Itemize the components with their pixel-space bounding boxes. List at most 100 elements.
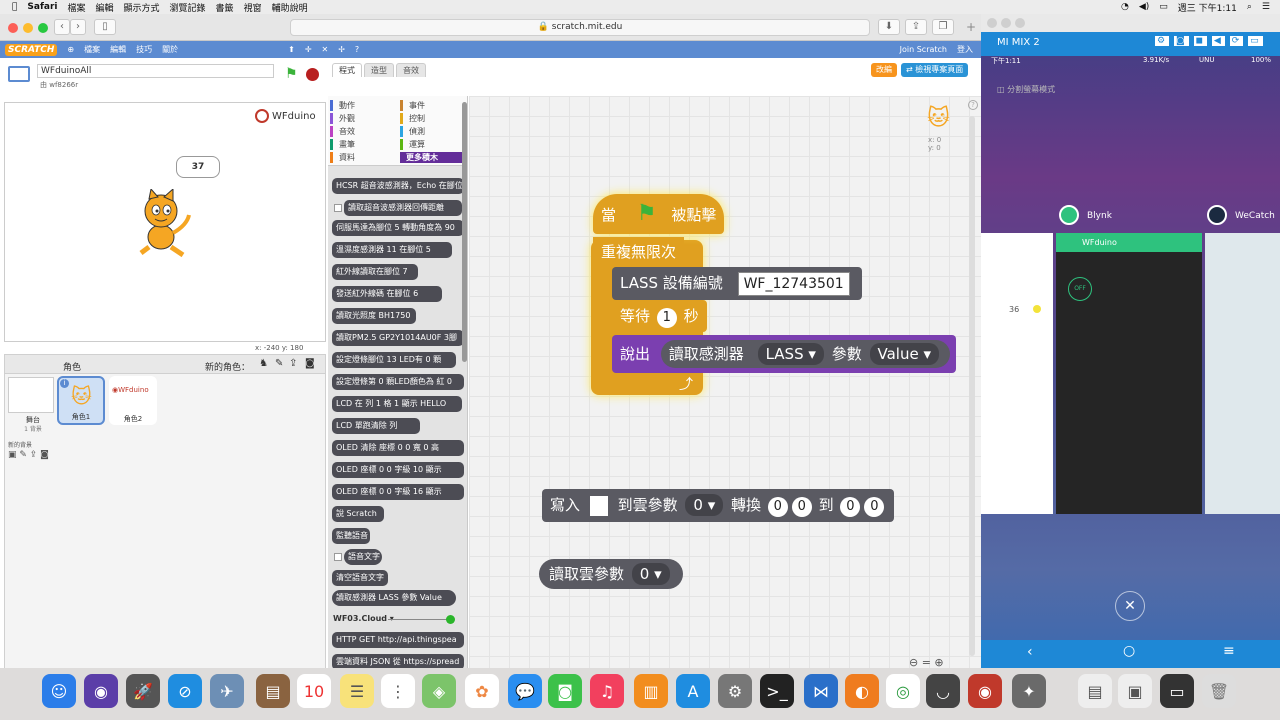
remix-button[interactable]: 改編 [871,63,897,77]
sprite1-thumb[interactable]: i 🐱 角色1 [57,376,105,425]
palette-block-strip-pin[interactable]: 設定燈條腳位 13 LED有 0 顆 [332,352,456,368]
window-thumb-icon[interactable]: ▭ [1160,674,1194,708]
shrink-icon[interactable]: ✢ [338,45,345,54]
chrome-icon[interactable]: ◎ [886,674,920,708]
trash-icon[interactable]: 🗑 [1202,674,1236,708]
palette-scrollbar[interactable] [462,102,467,362]
say-block[interactable]: 說出 讀取感測器 LASS ▾ 參數 Value ▾ [612,335,957,373]
palette-block-lcd-print[interactable]: LCD 在 列 1 格 1 顯示 HELLO [332,396,462,412]
checkbox[interactable] [334,204,342,212]
finder-icon[interactable]: ☺ [42,674,76,708]
calendar-icon[interactable]: 10 [297,674,331,708]
palette-block-clear-speech[interactable]: 清空語音文字 [332,570,388,586]
help-icon[interactable]: ? [355,45,359,54]
siri-icon[interactable]: ◉ [84,674,118,708]
wait-seconds-input[interactable]: 1 [656,308,677,328]
firefox-icon[interactable]: ◐ [845,674,879,708]
category-looks[interactable]: 外觀 [330,113,355,124]
wfduino-icon[interactable]: ◉ [968,674,1002,708]
category-events[interactable]: 事件 [400,100,425,111]
clear-recents-icon[interactable]: ✕ [1115,591,1145,621]
sprite2-thumb[interactable]: ◉WFduino 角色2 [109,376,157,425]
blynk-off-button[interactable]: OFF [1068,277,1092,301]
battery-icon[interactable]: ▭ [1159,2,1168,12]
help-icon[interactable]: ? [968,100,978,110]
cut-icon[interactable]: ✛ [305,45,312,54]
tab-costumes[interactable]: 造型 [364,63,394,77]
minimize-window-button[interactable] [23,23,33,33]
zoom-window-button[interactable] [1015,18,1025,28]
books-icon[interactable]: ▥ [634,674,668,708]
backdrop-tools-icon[interactable]: ▣ ✎ ⇪ ◙ [8,450,49,460]
palette-block-pm25[interactable]: 讀取PM2.5 GP2Y1014AU0F 3腳 [332,330,464,346]
palette-block-ir-send[interactable]: 發送紅外線碼 在腳位 6 [332,286,442,302]
scratch-menu-tips[interactable]: 技巧 [136,44,152,55]
menu-view[interactable]: 顯示方式 [124,1,160,14]
wifi-icon[interactable]: ◔ [1121,2,1129,12]
palette-block-read-sensor[interactable]: 讀取感測器 LASS 參數 Value [332,590,456,606]
project-title-input[interactable]: WFduinoAll [37,64,274,78]
write-value-input[interactable] [589,495,608,516]
search-icon[interactable]: ⌕ [1247,2,1252,12]
nav-home-icon[interactable]: ○ [1123,643,1135,659]
read-cloud-reporter[interactable]: 讀取雲參數 0 ▾ [539,559,683,589]
green-flag-icon[interactable]: ⚑ [285,66,298,82]
tab-sounds[interactable]: 音效 [396,63,426,77]
read-sensor-reporter[interactable]: 讀取感測器 LASS ▾ 參數 Value ▾ [660,340,951,368]
palette-block-dht[interactable]: 溫濕度感測器 11 在腳位 5 [332,242,452,258]
back-button[interactable]: ‹ [54,19,70,35]
forward-button[interactable]: › [70,19,86,35]
recent-card-map[interactable] [1205,233,1280,514]
stop-icon[interactable] [306,68,319,81]
palette-block-http-get[interactable]: HTTP GET http://api.thingspea [332,632,464,648]
maps-icon[interactable]: ◈ [422,674,456,708]
wait-block[interactable]: 等待 1 秒 [612,300,707,332]
range-from-min[interactable]: 0 [767,497,788,517]
menu-window[interactable]: 視窗 [244,1,262,14]
tabs-icon[interactable]: ❐ [932,19,954,35]
appstore-icon[interactable]: A [676,674,710,708]
wf03-cloud-dropdown[interactable]: WF03.Cloud ▾ [333,614,394,623]
scratch-app-icon[interactable]: ✦ [1012,674,1046,708]
see-project-page-button[interactable]: ⇄ 檢視專案頁面 [901,63,969,77]
when-flag-clicked-block[interactable]: 當 ⚑ 被點擊 [593,194,725,234]
duplicate-icon[interactable]: ⬆ [288,45,295,54]
vscode-icon[interactable]: ⋈ [804,674,838,708]
document-icon[interactable]: ▤ [1078,674,1112,708]
camera-icon[interactable]: ◙ [305,358,315,369]
category-data[interactable]: 資料 [330,152,355,163]
palette-block-ultrasonic[interactable]: 讀取超音波感測器回傳距離 [344,200,462,216]
join-scratch-link[interactable]: Join Scratch [900,45,947,54]
palette-block-lcd-clear[interactable]: LCD 單跑清除 列 [332,418,420,434]
stage[interactable]: WFduino 37 [4,102,326,342]
lass-device-block[interactable]: LASS 設備編號 WF_12743501 [612,267,862,300]
fullscreen-icon[interactable] [8,66,30,82]
reminders-icon[interactable]: ⋮ [381,674,415,708]
tab-scripts[interactable]: 程式 [332,63,362,77]
range-from-max[interactable]: 0 [791,497,812,517]
sensor-dropdown[interactable]: LASS ▾ [757,343,824,365]
palette-block-say[interactable]: 說 Scratch [332,506,384,522]
checkbox[interactable] [334,553,342,561]
globe-icon[interactable]: ⊕ [67,45,74,54]
sprite-library-icon[interactable]: ♞ [259,358,268,369]
minimize-window-button[interactable] [1001,18,1011,28]
scratch-logo[interactable]: SCRATCH [5,43,58,56]
login-link[interactable]: 登入 [957,44,973,55]
cat-sprite[interactable] [131,189,193,259]
info-icon[interactable]: i [60,379,69,388]
download-icon[interactable]: ⬇ [878,19,900,35]
nav-menu-icon[interactable]: ≡ [1223,643,1235,659]
safari-icon[interactable]: ⊘ [168,674,202,708]
range-to-min[interactable]: 0 [840,497,861,517]
menu-edit[interactable]: 編輯 [96,1,114,14]
category-more-blocks[interactable]: 更多積木 [400,152,462,163]
paint-icon[interactable]: ✎ [275,358,283,369]
scripts-area[interactable]: 🐱 x: 0 y: 0 ? 當 ⚑ 被點擊 重複無限次 LASS 設備編號 WF… [469,96,981,682]
close-window-button[interactable] [8,23,18,33]
palette-block-oled-clear[interactable]: OLED 清除 座標 0 0 寬 0 高 [332,440,464,456]
clock[interactable]: 週三 下午1:11 [1178,1,1237,14]
recent-card-left[interactable]: 36 [981,233,1053,514]
zoom-window-button[interactable] [38,23,48,33]
messages-icon[interactable]: 💬 [508,674,542,708]
